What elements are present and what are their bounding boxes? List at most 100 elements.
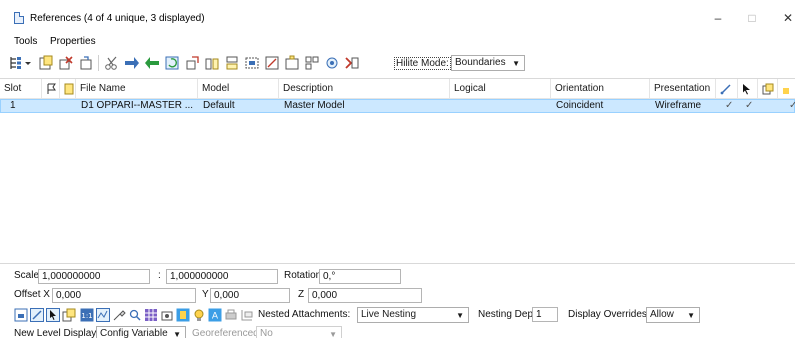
column-header-orientation[interactable]: Orientation <box>551 79 650 99</box>
new-level-display-value: Config Variable <box>100 328 168 338</box>
column-header-locate[interactable] <box>758 79 778 99</box>
camera-icon[interactable] <box>160 308 174 322</box>
cell-snap-check[interactable]: ✓ <box>741 100 757 112</box>
display-overrides-label: Display Overrides: <box>568 309 650 320</box>
mirror-horizontal-icon[interactable] <box>204 55 220 71</box>
rotate-icon[interactable] <box>164 55 180 71</box>
georeferenced-label: Georeferenced: <box>192 328 262 338</box>
chevron-down-icon: ▼ <box>456 311 464 320</box>
new-level-display-label: New Level Display: <box>14 328 100 338</box>
column-header-file-name[interactable]: File Name <box>76 79 198 99</box>
scale-master-input[interactable]: 1,000000000 <box>38 269 150 284</box>
tool-icon[interactable] <box>112 308 126 322</box>
search-icon[interactable] <box>128 308 142 322</box>
menu-properties[interactable]: Properties <box>50 36 96 47</box>
georeferenced-dropdown[interactable]: No ▼ <box>256 326 342 338</box>
nested-attachments-label: Nested Attachments: <box>258 309 351 320</box>
reload-reference-icon[interactable] <box>78 55 94 71</box>
display-overrides-dropdown[interactable]: Allow ▼ <box>646 307 700 323</box>
cell-display-check[interactable]: ✓ <box>721 100 737 112</box>
reference-icon <box>762 83 774 95</box>
minimize-button[interactable]: – <box>703 8 733 28</box>
scale-icon[interactable] <box>184 55 200 71</box>
move-arrow-icon[interactable] <box>124 55 140 71</box>
hilite-mode-label: Hilite Mode: <box>394 57 451 70</box>
chevron-down-icon[interactable] <box>24 55 32 71</box>
cell-model: Default <box>203 100 235 111</box>
nested-attachments-value: Live Nesting <box>361 309 417 320</box>
copy-arrow-icon[interactable] <box>144 55 160 71</box>
nested-attachments-icon <box>241 310 253 321</box>
mirror-vertical-icon[interactable] <box>224 55 240 71</box>
column-header-more[interactable] <box>778 79 795 99</box>
table-grid-icon[interactable] <box>144 308 158 322</box>
cell-orientation: Coincident <box>556 100 604 111</box>
rotation-input[interactable]: 0,° <box>319 269 401 284</box>
settings-icon[interactable] <box>324 55 340 71</box>
grid-icon[interactable] <box>96 308 110 322</box>
tree-view-icon[interactable] <box>8 55 24 71</box>
cell-more-check[interactable]: ✓ <box>785 100 795 112</box>
menu-tools[interactable]: Tools <box>14 36 37 47</box>
offset-z-input[interactable]: 0,000 <box>308 288 422 303</box>
chevron-down-icon: ▼ <box>512 59 520 68</box>
reference-icon[interactable] <box>62 308 76 322</box>
column-header-file-type[interactable] <box>60 79 76 99</box>
menu-bar: Tools Properties <box>0 36 795 50</box>
line-display-icon <box>720 84 731 95</box>
scale-label: Scale <box>14 270 40 281</box>
offset-y-input[interactable]: 0,000 <box>210 288 290 303</box>
maximize-button[interactable]: □ <box>737 8 767 28</box>
scissors-icon[interactable] <box>104 55 120 71</box>
table-row[interactable]: 1 D1 OPPARI--MASTER ... Default Master M… <box>0 99 795 113</box>
window-title: References (4 of 4 unique, 3 displayed) <box>30 13 205 24</box>
column-header-model[interactable]: Model <box>198 79 279 99</box>
cell-file-name: D1 OPPARI--MASTER ... <box>81 100 194 111</box>
clip-delete-icon[interactable] <box>284 55 300 71</box>
column-header-presentation[interactable]: Presentation <box>650 79 716 99</box>
offset-x-input[interactable]: 0,000 <box>52 288 196 303</box>
attach-reference-icon[interactable] <box>38 55 54 71</box>
document-icon <box>14 12 24 24</box>
column-header-slot[interactable]: Slot <box>0 79 42 99</box>
column-header-description[interactable]: Description <box>279 79 450 99</box>
exchange-icon[interactable] <box>344 55 360 71</box>
toolbar: Hilite Mode: Boundaries ▼ <box>0 52 795 74</box>
svg-text:1:1: 1:1 <box>81 312 92 320</box>
settings-panel: Scale 1,000000000 : 1,000000000 Rotation… <box>0 266 795 338</box>
file-icon <box>64 83 74 95</box>
column-header-snap[interactable] <box>738 79 758 99</box>
detach-reference-icon[interactable] <box>58 55 74 71</box>
hilite-mode-dropdown[interactable]: Boundaries ▼ <box>451 55 525 71</box>
text-color-icon[interactable]: A <box>208 308 222 322</box>
display-overrides-value: Allow <box>650 309 674 320</box>
cell-slot: 1 <box>10 100 16 111</box>
table-header: Slot File Name Model Description Logical… <box>0 79 795 99</box>
column-header-logical[interactable]: Logical <box>450 79 551 99</box>
flag-icon <box>47 83 56 94</box>
title-bar: References (4 of 4 unique, 3 displayed) … <box>0 0 795 30</box>
toolbar-separator <box>98 55 99 71</box>
clip-boundary-icon[interactable] <box>244 55 260 71</box>
scale-reference-input[interactable]: 1,000000000 <box>166 269 278 284</box>
cell-presentation: Wireframe <box>655 100 702 111</box>
new-level-display-dropdown[interactable]: Config Variable ▼ <box>96 326 186 338</box>
close-button[interactable]: ✕ <box>773 8 795 28</box>
display-toggle-icon[interactable] <box>14 308 28 322</box>
offset-z-label: Z <box>298 289 305 300</box>
nesting-depth-input[interactable]: 1 <box>532 307 558 322</box>
level-manager-icon[interactable] <box>304 55 320 71</box>
image-icon[interactable] <box>176 308 190 322</box>
lightbulb-icon[interactable] <box>192 308 206 322</box>
column-header-display[interactable] <box>716 79 738 99</box>
print-icon[interactable] <box>224 308 238 322</box>
pointer-icon <box>743 84 750 95</box>
column-header-flag[interactable] <box>42 79 60 99</box>
line-display-icon[interactable] <box>30 308 44 322</box>
nested-attachments-dropdown[interactable]: Live Nesting ▼ <box>357 307 469 323</box>
clip-mask-icon[interactable] <box>264 55 280 71</box>
ratio-icon[interactable]: 1:1 <box>80 308 94 322</box>
pointer-icon[interactable] <box>46 308 60 322</box>
svg-text:A: A <box>212 312 219 322</box>
scale-separator: : <box>158 270 161 281</box>
